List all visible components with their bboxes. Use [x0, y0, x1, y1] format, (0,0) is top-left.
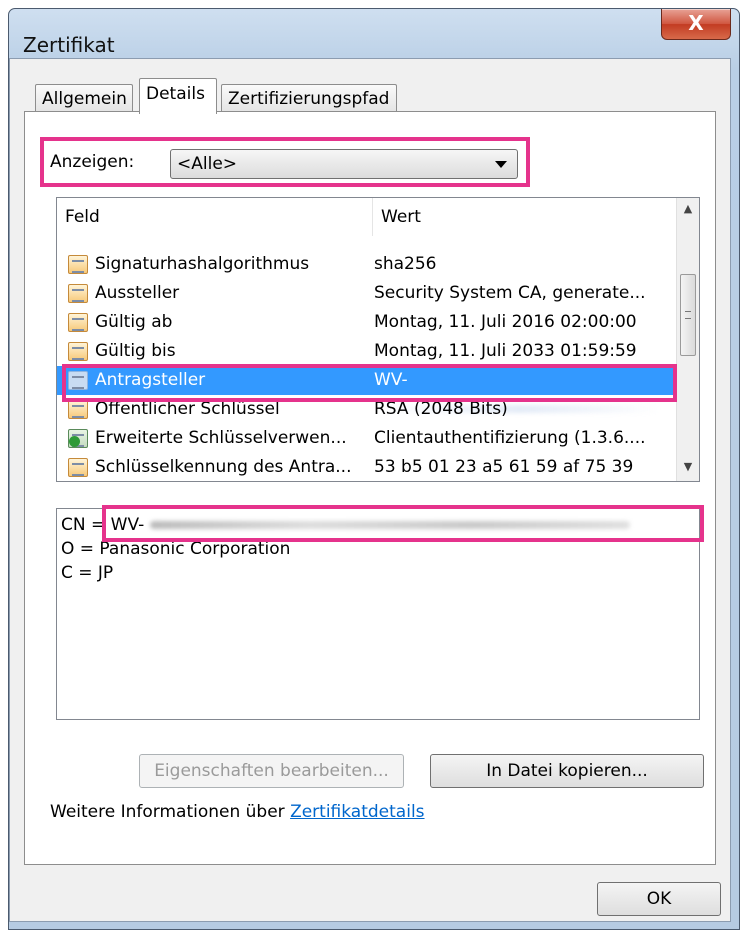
- highlight-frame-subject-row: [62, 364, 677, 402]
- tab-allgemein[interactable]: Allgemein: [35, 84, 133, 112]
- edit-properties-button[interactable]: Eigenschaften bearbeiten...: [139, 754, 404, 788]
- scroll-up-icon[interactable]: ▲: [677, 198, 699, 220]
- field-name: Gültig bis: [95, 341, 176, 361]
- field-icon: [68, 255, 88, 274]
- window-title: Zertifikat: [23, 33, 115, 57]
- list-scrollbar[interactable]: ▲ ▼: [676, 198, 699, 481]
- scrollbar-thumb[interactable]: [680, 274, 696, 356]
- list-item[interactable]: Erweiterte Schlüsselverwen... Clientauth…: [57, 424, 677, 453]
- field-value: Security System CA, generate...: [374, 283, 646, 303]
- field-value: Montag, 11. Juli 2033 01:59:59: [374, 341, 637, 361]
- field-name: Gültig ab: [95, 312, 173, 332]
- field-value: Montag, 11. Juli 2016 02:00:00: [374, 312, 637, 332]
- detail-line-c: C = JP: [61, 563, 114, 583]
- list-item[interactable]: Schlüsselkennung des Antra... 53 b5 01 2…: [57, 453, 677, 481]
- list-item[interactable]: Gültig bis Montag, 11. Juli 2033 01:59:5…: [57, 337, 677, 366]
- more-info-text: Weitere Informationen über Zertifikatdet…: [50, 802, 425, 822]
- extension-icon: [68, 429, 88, 448]
- more-info-label: Weitere Informationen über: [50, 802, 291, 822]
- highlight-frame-filter: [40, 137, 530, 187]
- field-value: 53 b5 01 23 a5 61 59 af 75 39: [374, 457, 634, 477]
- field-icon: [68, 313, 88, 332]
- field-icon: [68, 458, 88, 477]
- field-icon: [68, 342, 88, 361]
- field-name: Aussteller: [95, 283, 180, 303]
- field-icon: [68, 284, 88, 303]
- highlight-frame-cn: [102, 505, 704, 542]
- field-name: Schlüsselkennung des Antra...: [95, 457, 352, 477]
- column-header-value[interactable]: Wert: [373, 198, 679, 236]
- certificate-details-link[interactable]: Zertifikatdetails: [290, 802, 424, 822]
- column-header-field[interactable]: Feld: [57, 198, 373, 236]
- close-button[interactable]: X: [661, 9, 731, 40]
- field-value: sha256: [374, 254, 437, 274]
- list-item[interactable]: Gültig ab Montag, 11. Juli 2016 02:00:00: [57, 308, 677, 337]
- copy-to-file-button[interactable]: In Datei kopieren...: [430, 754, 704, 788]
- ok-button[interactable]: OK: [597, 882, 721, 916]
- tab-zertifizierungspfad[interactable]: Zertifizierungspfad: [221, 84, 397, 112]
- scroll-down-icon[interactable]: ▼: [677, 456, 699, 478]
- field-value: Clientauthentifizierung (1.3.6....: [374, 428, 646, 448]
- list-item[interactable]: Signaturhashalgorithmus sha256: [57, 250, 677, 279]
- field-list[interactable]: Feld Wert Signaturhashalgorithmus sha256…: [56, 197, 700, 482]
- tab-details[interactable]: Details: [139, 78, 217, 114]
- field-name: Erweiterte Schlüsselverwen...: [95, 428, 347, 448]
- field-icon: [68, 400, 88, 419]
- list-item[interactable]: Aussteller Security System CA, generate.…: [57, 279, 677, 308]
- grip-icon: [685, 311, 691, 319]
- field-name: Signaturhashalgorithmus: [95, 254, 310, 274]
